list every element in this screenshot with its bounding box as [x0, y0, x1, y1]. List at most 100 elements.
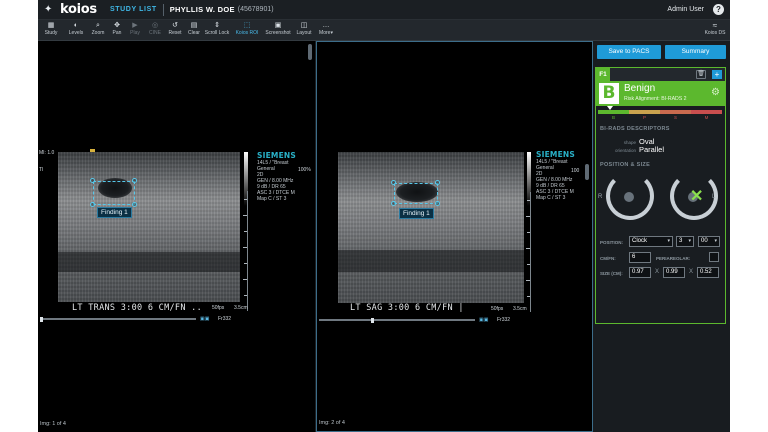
- tool-layout[interactable]: ◫ Layout: [292, 21, 316, 37]
- help-icon[interactable]: ?: [713, 4, 724, 15]
- pan-icon: ✥: [114, 22, 120, 29]
- orientation-value[interactable]: Parallel: [639, 145, 664, 154]
- koios-logo[interactable]: ✦ koios: [44, 2, 106, 17]
- minute-select[interactable]: 00 ▾: [698, 236, 720, 247]
- left-breast-diagram[interactable]: ✕ L: [666, 172, 724, 226]
- brand-name: koios: [60, 2, 97, 17]
- finding-label[interactable]: Finding 1: [97, 207, 132, 218]
- nipple: [624, 192, 634, 202]
- risk-alignment: Risk Alignment: BI-RADS 2: [624, 96, 687, 102]
- depth-ruler: [525, 192, 531, 312]
- roi-box[interactable]: [93, 181, 135, 205]
- tool-screenshot[interactable]: ▣ Screenshot: [265, 21, 290, 37]
- size-input-3[interactable]: 0.52: [697, 267, 719, 278]
- tool-clear[interactable]: ▤ Clear: [182, 21, 206, 37]
- zoom-icon: ⌕: [96, 22, 100, 29]
- viewport-controls-icon[interactable]: ▣▣: [200, 316, 209, 322]
- viewport-controls-icon[interactable]: ▣▣: [479, 317, 488, 323]
- tool-label: Clear: [188, 30, 200, 36]
- risk-scale: [598, 110, 722, 114]
- result-badge: B: [599, 83, 619, 104]
- tool-scroll-lock[interactable]: ⇕ Scroll Lock: [205, 21, 229, 37]
- levels-icon: ◐: [73, 22, 79, 29]
- owl-logo-icon: ✦: [44, 3, 53, 15]
- gear-icon[interactable]: ⚙: [711, 87, 720, 98]
- save-to-pacs-button[interactable]: Save to PACS: [597, 45, 661, 59]
- size-input-1[interactable]: 0.97: [629, 267, 651, 278]
- position-label: POSITION:: [600, 240, 624, 245]
- ti-label: TI: [39, 167, 44, 173]
- play-icon: ▶: [132, 22, 138, 29]
- cine-scrubber[interactable]: [40, 316, 196, 322]
- camera-icon: ▣: [274, 22, 282, 29]
- left-label: L: [712, 194, 716, 200]
- tissue-band: [58, 252, 240, 272]
- cine-icon: ◎: [151, 22, 159, 29]
- koios-ds-icon: ≈: [712, 21, 718, 30]
- viewport-2[interactable]: Finding 1 SIEMENS 14L5 / "Breast General…: [316, 41, 593, 432]
- ultrasound-image[interactable]: [338, 152, 524, 303]
- top-bar: ✦ koios STUDY LIST PHYLLIS W. DOE (45678…: [38, 0, 730, 20]
- size-input-2[interactable]: 0.99: [663, 267, 685, 278]
- right-label: R: [598, 194, 603, 200]
- tool-koios-roi[interactable]: ⬚ Koios ROI: [235, 21, 259, 37]
- roi-handle[interactable]: [435, 201, 440, 206]
- tool-label: Koios ROI: [235, 30, 259, 36]
- tool-label: Layout: [296, 30, 312, 36]
- speckle-texture: [338, 152, 524, 303]
- ultrasound-image[interactable]: [58, 152, 240, 302]
- shape-key: shape: [623, 140, 636, 145]
- cine-scrubber[interactable]: [319, 317, 475, 323]
- hour-select[interactable]: 3 ▾: [676, 236, 694, 247]
- fps-label: 50fps: [491, 306, 504, 312]
- scale-label: S: [673, 115, 677, 120]
- scrubber-thumb[interactable]: [371, 317, 374, 323]
- gain-label: 100%: [298, 167, 311, 173]
- fps-label: 50fps: [212, 305, 225, 311]
- roi-box[interactable]: [394, 183, 438, 204]
- chevron-down-icon: ▾: [714, 238, 717, 244]
- finding-card: F1 🗑 + B Benign Risk Alignment: BI-RADS …: [595, 67, 726, 324]
- finding-tabs: F1 🗑 +: [596, 68, 725, 81]
- periareolar-checkbox[interactable]: [709, 252, 719, 262]
- tool-koios-ds[interactable]: ≈ Koios DS: [704, 21, 726, 37]
- study-list-link[interactable]: STUDY LIST: [110, 6, 157, 13]
- roi-handle[interactable]: [132, 178, 137, 183]
- position-select[interactable]: Clock ▾: [629, 236, 673, 247]
- roi-handle[interactable]: [132, 202, 137, 207]
- finding-label[interactable]: Finding 1: [399, 208, 434, 219]
- layout-icon: ◫: [300, 22, 308, 29]
- roi-handle[interactable]: [90, 178, 95, 183]
- tool-study[interactable]: ▦ Study: [39, 21, 63, 37]
- times-symbol: X: [655, 269, 660, 275]
- trash-icon[interactable]: 🗑: [696, 70, 706, 79]
- roi-handle[interactable]: [90, 202, 95, 207]
- probe-info: SIEMENS 14L5 / "Breast General 2D GEN / …: [536, 150, 575, 201]
- siemens-logo: SIEMENS: [536, 150, 575, 159]
- scale-label: P: [642, 115, 646, 120]
- right-breast-diagram[interactable]: R: [598, 172, 660, 226]
- add-finding-icon[interactable]: +: [712, 70, 722, 79]
- roi-handle[interactable]: [435, 180, 440, 185]
- tab-f1[interactable]: F1: [596, 68, 610, 81]
- result-title: Benign: [624, 83, 656, 94]
- viewport-1[interactable]: MI: 1.0 TI Finding 1 SIEMENS 14L5 / "Bre…: [38, 41, 316, 432]
- scrubber-thumb[interactable]: [40, 316, 43, 322]
- risk-scale-labels: B P S M: [598, 115, 722, 120]
- cmfn-input[interactable]: 6: [629, 252, 651, 263]
- decision-support-panel: Save to PACS Summary F1 🗑 + B Benign Ris…: [593, 41, 730, 432]
- viewport-scrollbar[interactable]: [308, 44, 312, 60]
- times-symbol: X: [689, 269, 694, 275]
- more-icon: …: [322, 22, 330, 29]
- tool-levels[interactable]: ◐ Levels: [64, 21, 88, 37]
- probe-info: SIEMENS 14L5 / "Breast General 2D GEN / …: [257, 151, 296, 202]
- roi-handle[interactable]: [391, 180, 396, 185]
- user-menu[interactable]: Admin User: [667, 6, 704, 13]
- mi-label: MI: 1.0: [39, 150, 55, 156]
- summary-button[interactable]: Summary: [665, 45, 726, 59]
- tool-more[interactable]: … More▾: [314, 21, 338, 37]
- position-value: Clock: [632, 238, 648, 244]
- viewport-scrollbar[interactable]: [585, 164, 589, 180]
- roi-handle[interactable]: [391, 201, 396, 206]
- clear-icon: ▤: [190, 22, 198, 29]
